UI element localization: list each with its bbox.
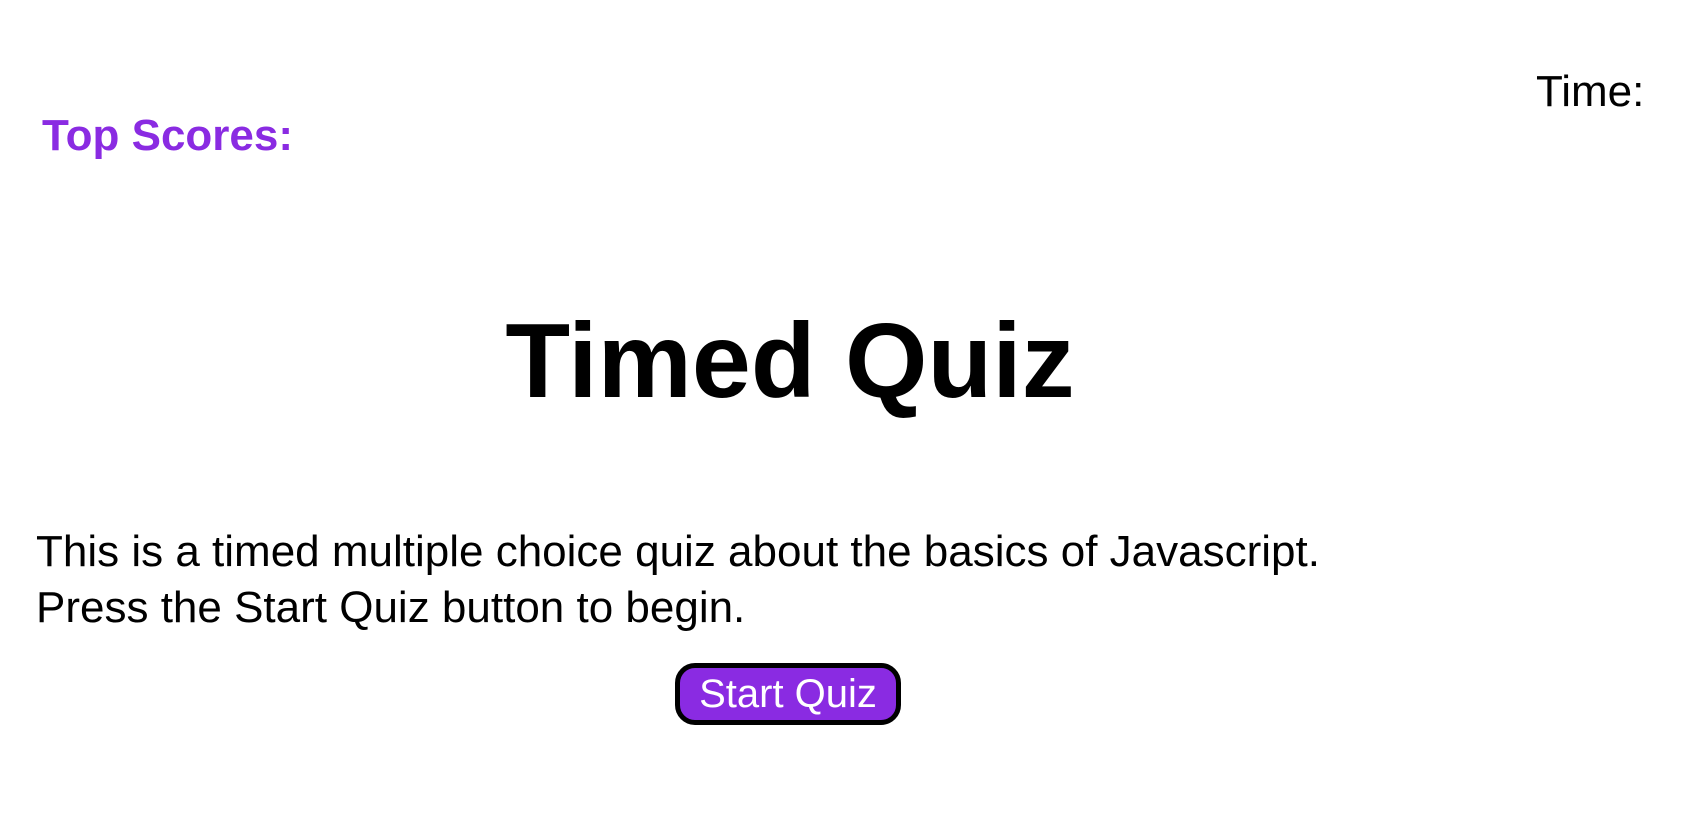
timer-label: Time: [1536,67,1645,116]
timer: Time: [1536,67,1652,116]
description-line-2: Press the Start Quiz button to begin. [36,583,746,632]
quiz-page: Timed Quiz This is a timed multiple choi… [0,0,1704,825]
description-line-1: This is a timed multiple choice quiz abo… [36,527,1320,576]
page-title: Timed Quiz [505,302,1075,420]
start-quiz-button[interactable]: Start Quiz [675,663,901,725]
quiz-description: This is a timed multiple choice quiz abo… [36,524,1536,636]
top-scores-link[interactable]: Top Scores: [42,111,293,160]
